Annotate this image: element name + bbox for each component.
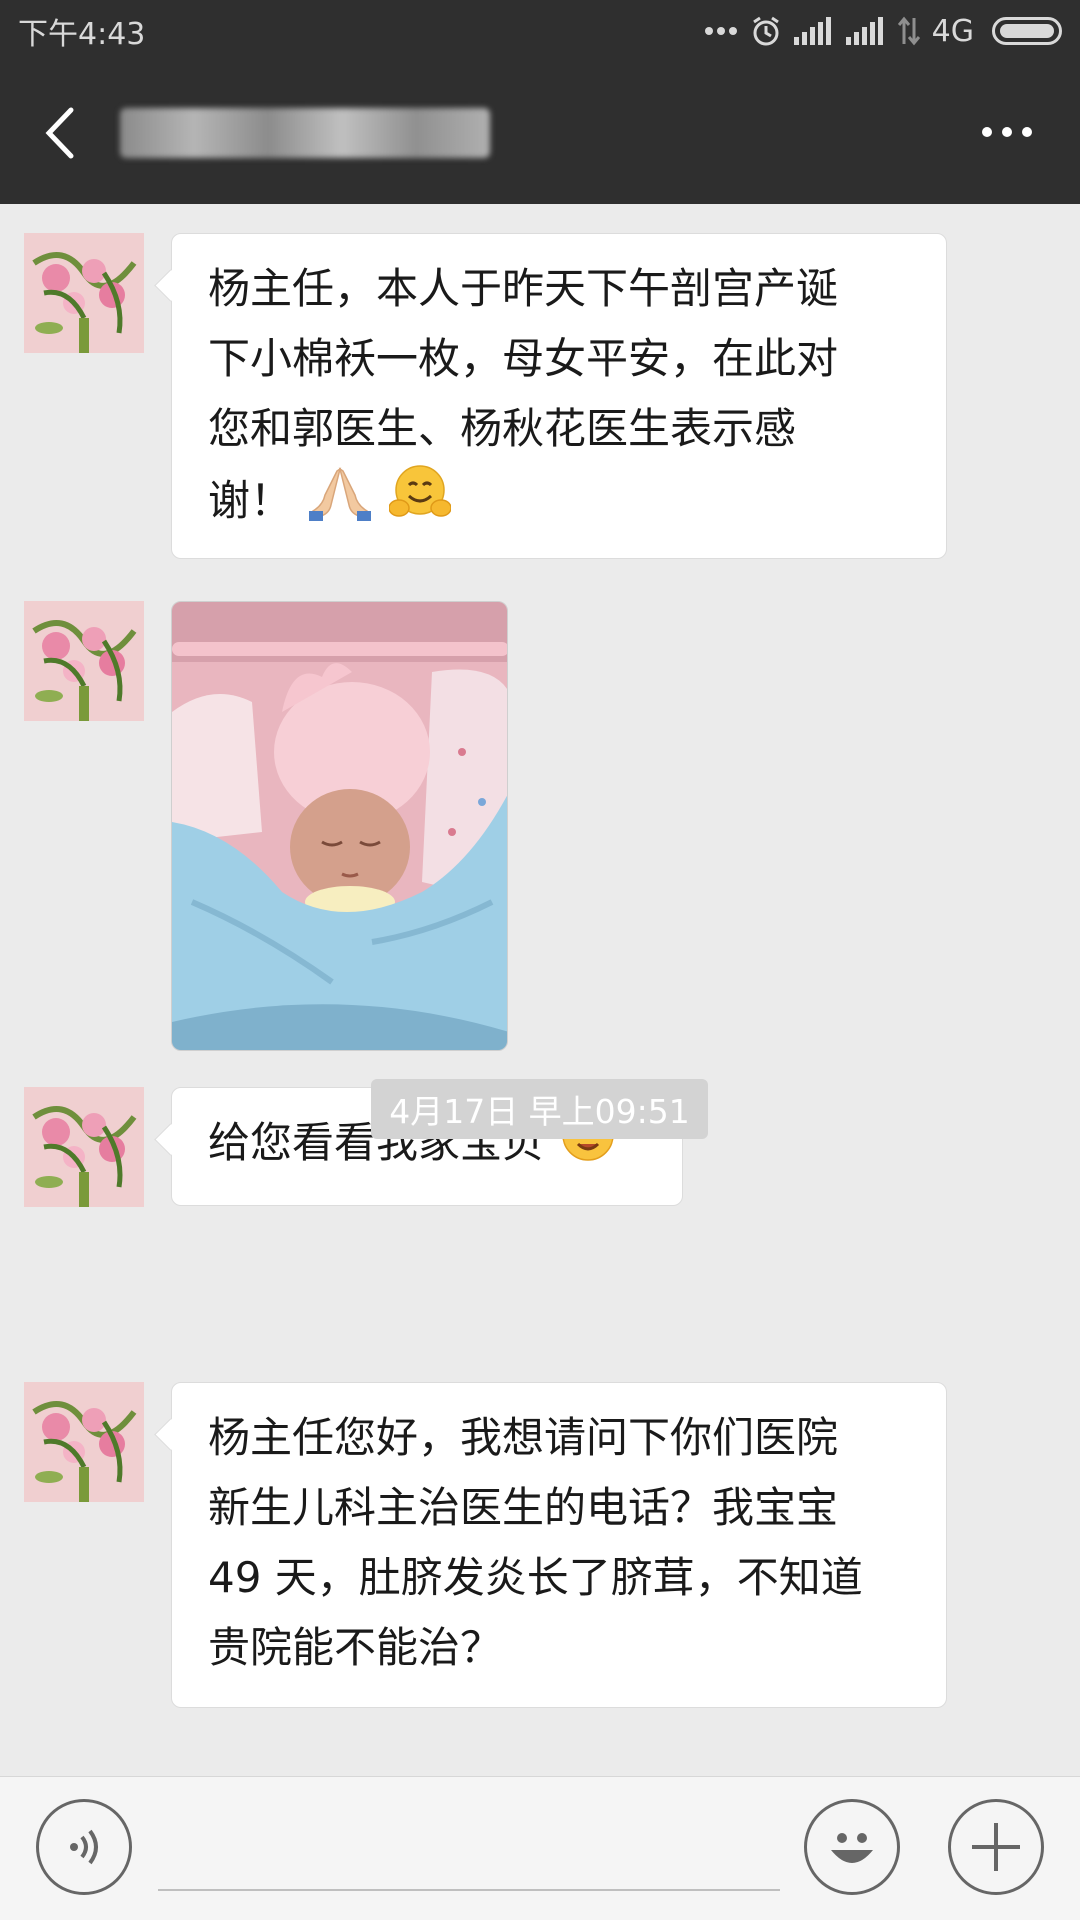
more-dots-icon xyxy=(704,26,738,36)
message-line: 贵院能不能治？ xyxy=(208,1623,503,1672)
message-line: 杨主任，本人于昨天下午剖宫产诞 xyxy=(208,264,839,313)
input-bar xyxy=(0,1776,1080,1920)
chat-title xyxy=(120,108,490,158)
message-line: 下小棉袄一枚，母女平安，在此对 xyxy=(208,334,839,383)
more-horizontal-icon xyxy=(982,127,992,137)
voice-button[interactable] xyxy=(36,1799,132,1895)
message-bubble[interactable]: 杨主任，本人于昨天下午剖宫产诞 下小棉袄一枚，母女平安，在此对 您和郭医生、杨秋… xyxy=(171,233,947,559)
newborn-baby-photo[interactable] xyxy=(171,601,508,1051)
battery-icon xyxy=(992,17,1062,45)
signal-icon xyxy=(845,17,886,45)
avatar[interactable] xyxy=(24,1382,144,1502)
plus-button[interactable] xyxy=(948,1799,1044,1895)
chevron-left-icon xyxy=(45,107,74,159)
message-line: 谢！ xyxy=(208,464,912,543)
data-arrows-icon xyxy=(897,16,920,46)
message-list[interactable]: 杨主任，本人于昨天下午剖宫产诞 下小棉袄一枚，母女平安，在此对 您和郭医生、杨秋… xyxy=(0,204,1080,1776)
message-line: 杨主任您好，我想请问下你们医院 xyxy=(208,1413,839,1462)
voice-icon xyxy=(70,1829,98,1865)
emoji-button[interactable] xyxy=(804,1799,900,1895)
hugging-face-emoji xyxy=(387,464,452,543)
more-button[interactable] xyxy=(962,107,1052,157)
network-type: 4G xyxy=(931,13,974,49)
avatar[interactable] xyxy=(24,601,144,721)
status-bar: 下午4:43 4G xyxy=(0,0,1080,62)
message-bubble[interactable]: 杨主任您好，我想请问下你们医院 新生儿科主治医生的电话？我宝宝 49 天，肚脐发… xyxy=(171,1382,947,1708)
message-line: 新生儿科主治医生的电话？我宝宝 xyxy=(208,1483,839,1532)
alarm-icon xyxy=(750,15,782,47)
avatar[interactable] xyxy=(24,1087,144,1207)
message-line: 您和郭医生、杨秋花医生表示感 xyxy=(208,404,797,453)
status-icons: 4G xyxy=(704,14,1062,49)
avatar[interactable] xyxy=(24,233,144,353)
status-time: 下午4:43 xyxy=(18,17,146,52)
signal-icon xyxy=(793,17,834,45)
back-button[interactable] xyxy=(0,62,120,204)
message-line: 49 天，肚脐发炎长了脐茸，不知道 xyxy=(208,1553,863,1602)
message-timestamp: 4月17日 早上09:51 xyxy=(371,1079,708,1139)
message-input[interactable] xyxy=(158,1807,780,1891)
chat-header xyxy=(0,62,1080,204)
plus-icon xyxy=(972,1823,1020,1871)
folded-hands-emoji xyxy=(309,465,372,542)
smiley-icon xyxy=(831,1833,873,1863)
